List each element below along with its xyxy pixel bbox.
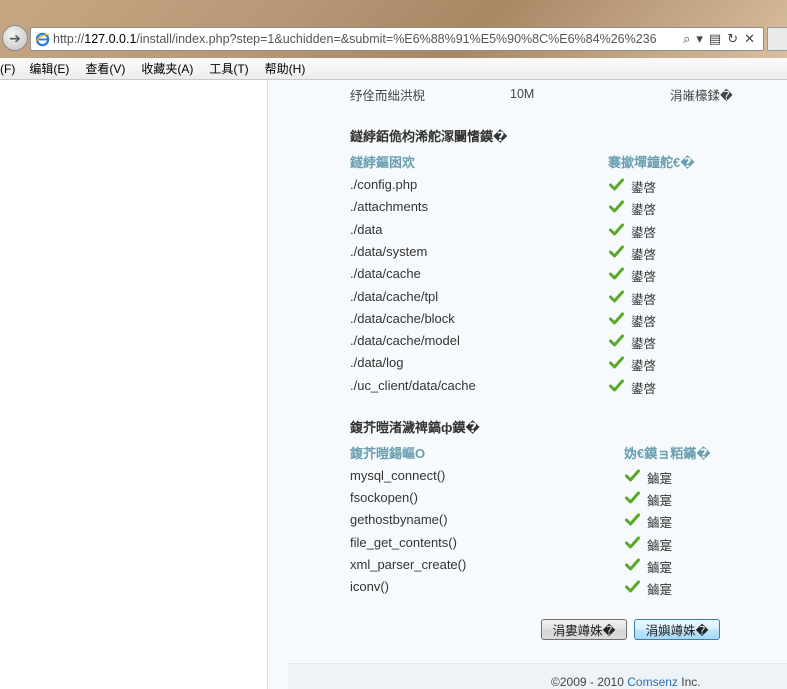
dir-path: ./data/cache/tpl xyxy=(350,289,439,304)
dir-path: ./data/log xyxy=(350,355,404,370)
menu-bar: (F) 编辑(E) 查看(V) 收藏夹(A) 工具(T) 帮助(H) xyxy=(0,58,787,80)
menu-tools[interactable]: 工具(T) xyxy=(209,60,248,77)
dir-status: 鍙啓 xyxy=(631,181,657,195)
dir-status: 鍙啓 xyxy=(631,226,657,240)
address-bar[interactable]: http://127.0.0.1/install/index.php?step=… xyxy=(30,27,764,51)
footer-brand-link[interactable]: Comsenz xyxy=(627,675,678,689)
footer-suffix: Inc. xyxy=(677,675,701,689)
dir-status: 鍙啓 xyxy=(631,382,657,396)
func-status: 鏀寔 xyxy=(647,494,673,508)
next-tab-edge[interactable] xyxy=(767,27,787,51)
check-icon xyxy=(625,491,640,504)
check-icon xyxy=(609,267,624,280)
footer-copyright: ©2009 - 2010 Comsenz Inc. xyxy=(551,675,701,689)
compat-view-icon[interactable]: ▤ xyxy=(709,31,721,47)
url-prefix: http:// xyxy=(53,32,85,46)
footer-prefix: ©2009 - 2010 xyxy=(551,675,628,689)
check-icon xyxy=(625,536,640,549)
url-host: 127.0.0.1 xyxy=(84,32,137,46)
dir-status: 鍙啓 xyxy=(631,203,657,217)
check-icon xyxy=(609,356,624,369)
dir-status: 鍙啓 xyxy=(631,337,657,351)
func-col-result: 妫€鏌ョ粨鏋� xyxy=(624,446,711,461)
stop-icon[interactable]: ✕ xyxy=(744,31,755,47)
dir-section-title: 鐩綍銆佹枃浠舵潈闄愭鏌� xyxy=(350,129,508,144)
func-status: 鏀寔 xyxy=(647,583,673,597)
check-icon xyxy=(625,558,640,571)
dir-status: 鍙啓 xyxy=(631,359,657,373)
func-status: 鏀寔 xyxy=(647,472,673,486)
prev-step-button[interactable]: 涓婁竴姝� xyxy=(541,619,627,640)
back-button[interactable]: ➔ xyxy=(2,25,28,51)
menu-help[interactable]: 帮助(H) xyxy=(265,60,306,77)
func-name: file_get_contents() xyxy=(350,535,457,550)
env-value: 10M xyxy=(510,87,535,101)
func-status: 鏀寔 xyxy=(647,539,673,553)
url-path: /install/index.php?step=1&uchidden=&subm… xyxy=(136,32,657,46)
func-name: iconv() xyxy=(350,579,390,594)
ie-icon xyxy=(35,32,50,47)
func-col-name: 鍑芥暟鍚嶇О xyxy=(350,446,426,461)
dir-status: 鍙啓 xyxy=(631,248,657,262)
dropdown-icon[interactable]: ▾ xyxy=(696,31,703,47)
footer-bar xyxy=(288,663,787,689)
dir-path: ./uc_client/data/cache xyxy=(350,378,476,393)
dir-status: 鍙啓 xyxy=(631,315,657,329)
dir-path: ./data/cache/block xyxy=(350,311,455,326)
check-icon xyxy=(625,469,640,482)
check-icon xyxy=(609,245,624,258)
func-name: fsockopen() xyxy=(350,490,418,505)
dir-path: ./data/cache xyxy=(350,266,421,281)
refresh-icon[interactable]: ↻ xyxy=(727,31,738,47)
env-label: 纾佺而绌洪棿 xyxy=(350,89,426,103)
dir-path: ./attachments xyxy=(350,199,429,214)
left-blank-pane xyxy=(0,80,268,689)
env-status: 涓嶉檺鍒� xyxy=(670,89,733,103)
menu-edit[interactable]: 编辑(E) xyxy=(29,60,69,77)
dir-path: ./data/cache/model xyxy=(350,333,460,348)
dir-path: ./data/system xyxy=(350,244,428,259)
check-icon xyxy=(609,334,624,347)
func-name: xml_parser_create() xyxy=(350,557,467,572)
func-name: mysql_connect() xyxy=(350,468,446,483)
check-icon xyxy=(609,312,624,325)
func-status: 鏀寔 xyxy=(647,516,673,530)
dir-status: 鍙啓 xyxy=(631,270,657,284)
check-icon xyxy=(609,200,624,213)
func-status: 鏀寔 xyxy=(647,561,673,575)
check-icon xyxy=(625,513,640,526)
menu-favorites[interactable]: 收藏夹(A) xyxy=(141,60,193,77)
dir-status: 鍙啓 xyxy=(631,293,657,307)
func-section-title: 鍑芥暟渚濊禆鎬ф鏌� xyxy=(350,420,480,435)
install-content-pane xyxy=(268,80,787,689)
dir-col-status: 褰撳墠鐘舵€� xyxy=(608,155,695,170)
menu-view[interactable]: 查看(V) xyxy=(85,60,125,77)
next-step-button[interactable]: 涓嬩竴姝� xyxy=(634,619,720,640)
dir-path: ./config.php xyxy=(350,177,418,192)
func-name: gethostbyname() xyxy=(350,512,448,527)
dir-col-path: 鐩綍鏂囦欢 xyxy=(350,155,416,170)
check-icon xyxy=(625,580,640,593)
check-icon xyxy=(609,223,624,236)
address-tools: ⌕ ▾ ▤ ↻ ✕ xyxy=(683,31,755,47)
check-icon xyxy=(609,379,624,392)
check-icon xyxy=(609,178,624,191)
dir-path: ./data xyxy=(350,222,383,237)
search-icon[interactable]: ⌕ xyxy=(683,31,690,47)
check-icon xyxy=(609,290,624,303)
back-arrow-icon: ➔ xyxy=(9,29,21,46)
menu-file[interactable]: (F) xyxy=(0,62,15,76)
